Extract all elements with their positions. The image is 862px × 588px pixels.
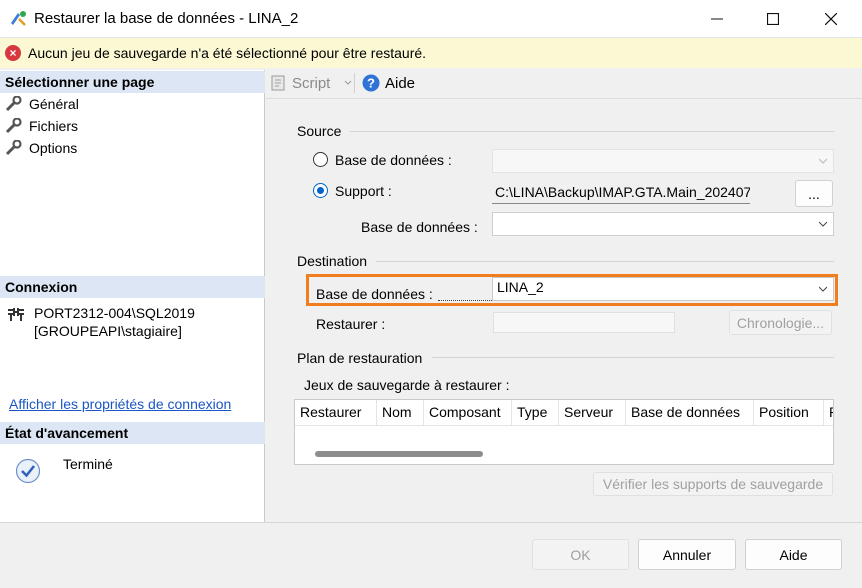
cancel-button[interactable]: Annuler (638, 539, 736, 570)
wrench-icon (5, 118, 22, 134)
column-header-database[interactable]: Base de données (626, 400, 754, 425)
maximize-button[interactable] (744, 0, 802, 38)
help-icon: ? (362, 74, 380, 92)
grid-header: Restaurer Nom Composant Type Serveur Bas… (295, 400, 833, 426)
toolbar-divider (266, 98, 862, 99)
help-toolbar-button[interactable]: ? Aide (362, 74, 415, 92)
source-device-radio-label: Support : (335, 183, 392, 199)
help-toolbar-label: Aide (385, 74, 416, 92)
source-divider (350, 131, 834, 132)
page-item-label: Fichiers (29, 118, 79, 134)
cancel-label: Annuler (662, 546, 712, 563)
destination-db-label: Base de données : (316, 286, 433, 302)
page-item-general[interactable]: Général (5, 96, 79, 112)
column-header-restore[interactable]: Restaurer (295, 400, 377, 425)
error-icon: × (5, 45, 21, 61)
column-header-name[interactable]: Nom (377, 400, 424, 425)
destination-db-select[interactable]: LINA_2 (492, 277, 834, 301)
source-database-radio[interactable] (313, 152, 328, 167)
server-name: PORT2312-004\SQL2019 (34, 305, 195, 321)
script-button[interactable]: Script (270, 74, 352, 92)
chevron-down-icon (819, 158, 827, 164)
close-icon (825, 13, 837, 25)
verify-backup-media-label: Vérifier les supports de sauvegarde (602, 476, 824, 492)
select-page-heading: Sélectionner une page (0, 71, 265, 93)
column-header-component[interactable]: Composant (424, 400, 512, 425)
backup-sets-label: Jeux de sauvegarde à restaurer : (304, 377, 510, 393)
page-item-files[interactable]: Fichiers (5, 118, 78, 134)
source-db-select[interactable] (492, 212, 834, 236)
user-name: [GROUPEAPI\stagiaire] (34, 323, 182, 339)
horizontal-scrollbar-thumb[interactable] (315, 451, 483, 457)
window-title: Restaurer la base de données - LINA_2 (34, 10, 299, 27)
restore-app-icon (11, 11, 26, 26)
device-path-field[interactable]: C:\LINA\Backup\IMAP.GTA.Main_20240709 (492, 182, 750, 204)
connection-icon (8, 308, 24, 321)
left-pane: Sélectionner une page Général Fichiers O… (0, 70, 265, 522)
maximize-icon (767, 13, 779, 25)
timeline-button[interactable]: Chronologie... (729, 310, 832, 335)
source-heading: Source (297, 123, 342, 139)
progress-heading: État d'avancement (0, 422, 265, 444)
wrench-icon (5, 96, 22, 112)
page-item-options[interactable]: Options (5, 140, 77, 156)
chevron-down-icon (344, 80, 352, 85)
destination-db-value: LINA_2 (497, 279, 544, 295)
source-database-select[interactable] (492, 149, 834, 173)
minimize-button[interactable] (688, 0, 746, 38)
column-header-server[interactable]: Serveur (559, 400, 626, 425)
page-item-label: Options (29, 140, 78, 156)
chevron-down-icon (819, 286, 827, 292)
chevron-down-icon (819, 221, 827, 227)
column-header-position[interactable]: Position (754, 400, 824, 425)
restore-to-label: Restaurer : (316, 316, 386, 332)
toolbar-separator (354, 73, 355, 93)
source-db-label: Base de données : (361, 219, 478, 235)
backup-sets-grid[interactable]: Restaurer Nom Composant Type Serveur Bas… (294, 399, 834, 465)
source-device-radio[interactable] (313, 183, 328, 198)
restore-plan-heading: Plan de restauration (297, 350, 423, 366)
title-bar: Restaurer la base de données - LINA_2 (0, 0, 862, 38)
browse-device-button[interactable]: ... (795, 180, 833, 207)
help-label: Aide (779, 546, 808, 563)
help-button[interactable]: Aide (745, 539, 842, 570)
destination-divider (376, 261, 834, 262)
device-path-value: C:\LINA\Backup\IMAP.GTA.Main_20240709 (495, 184, 750, 200)
checkmark-icon (15, 458, 41, 484)
error-message: Aucun jeu de sauvegarde n'a été sélectio… (28, 45, 427, 61)
connection-heading: Connexion (0, 276, 265, 298)
error-bar: × Aucun jeu de sauvegarde n'a été sélect… (0, 38, 862, 68)
ok-button[interactable]: OK (532, 539, 629, 570)
column-header-more[interactable]: P (824, 400, 833, 425)
svg-text:?: ? (367, 76, 375, 91)
restore-plan-divider (432, 357, 834, 358)
toolbar: Script ? Aide (266, 70, 862, 98)
script-icon (271, 75, 285, 91)
destination-heading: Destination (297, 253, 368, 269)
minimize-icon (711, 18, 723, 20)
close-button[interactable] (802, 0, 860, 38)
wrench-icon (5, 140, 22, 156)
ok-label: OK (570, 546, 591, 563)
source-database-radio-label: Base de données : (335, 152, 452, 168)
verify-backup-media-button[interactable]: Vérifier les supports de sauvegarde (593, 472, 833, 496)
destination-db-leader (438, 300, 492, 301)
page-item-label: Général (29, 96, 79, 112)
timeline-label: Chronologie... (736, 314, 825, 331)
script-label: Script (292, 74, 331, 92)
connection-properties-link[interactable]: Afficher les propriétés de connexion (9, 396, 231, 412)
column-header-type[interactable]: Type (512, 400, 559, 425)
browse-device-label: ... (808, 185, 820, 202)
progress-status: Terminé (63, 456, 113, 472)
restore-to-field[interactable] (493, 312, 675, 333)
